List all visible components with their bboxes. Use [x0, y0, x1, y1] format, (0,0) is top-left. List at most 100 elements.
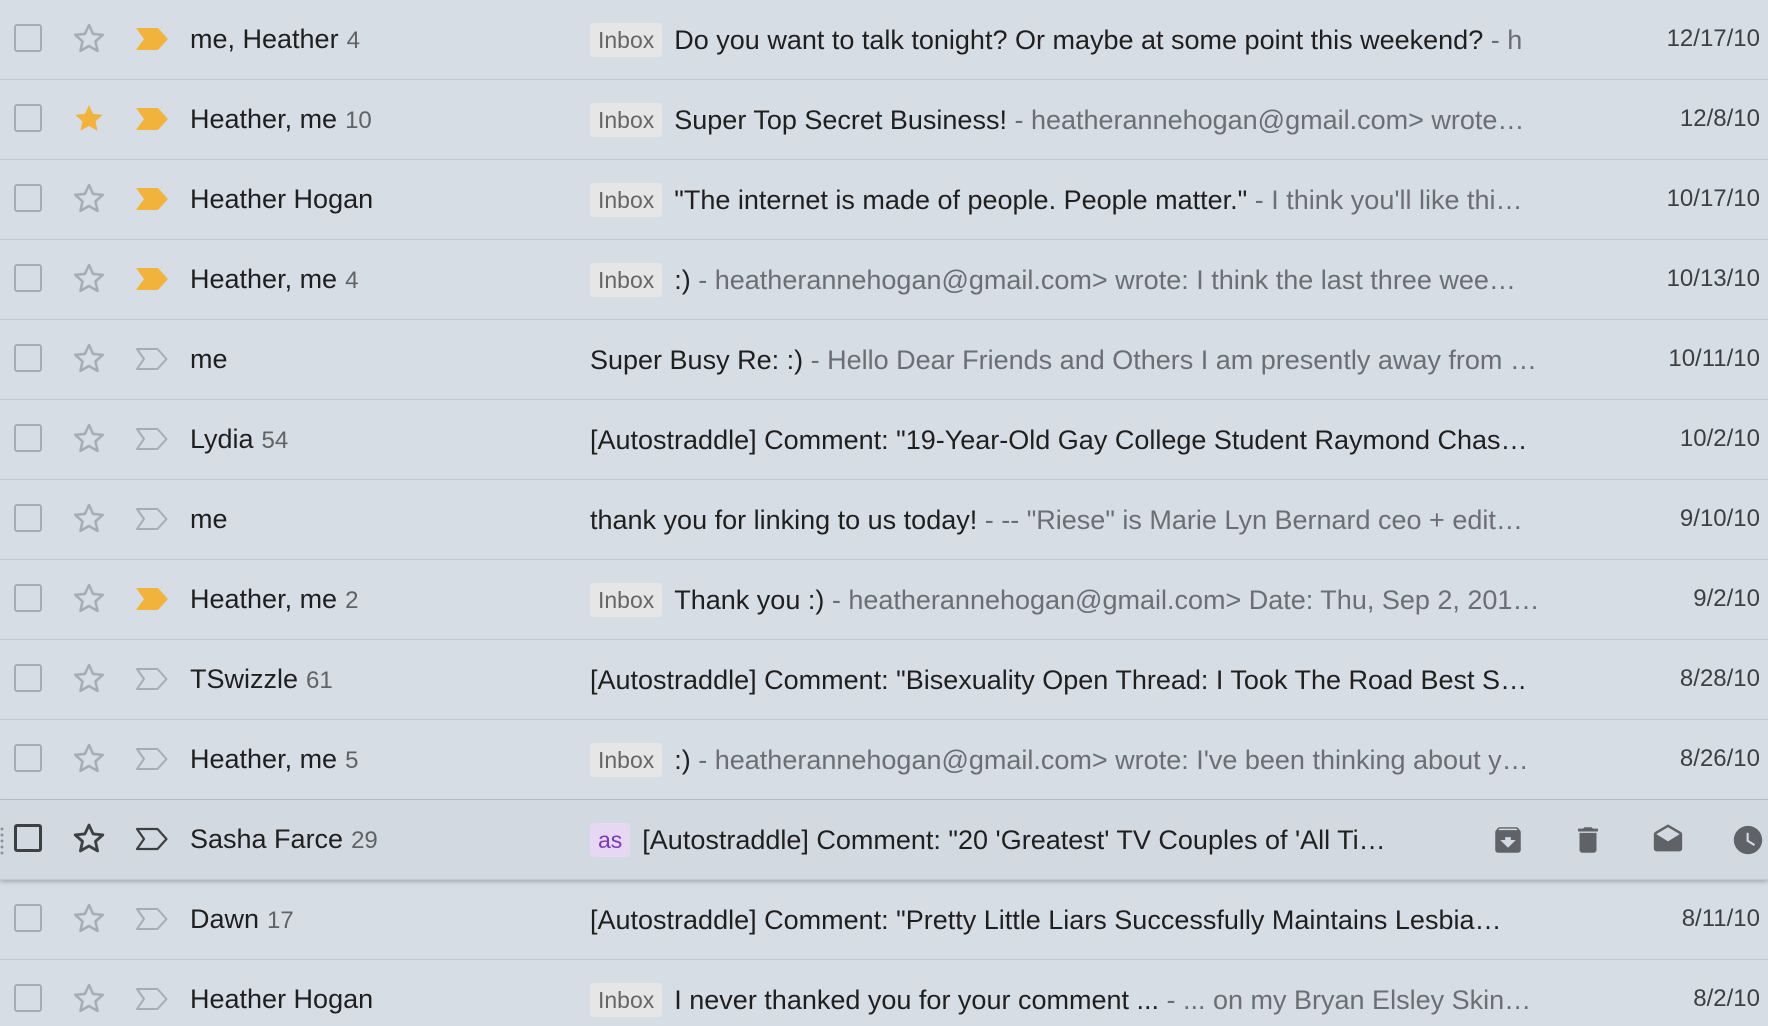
important-marker-icon[interactable]	[134, 426, 170, 452]
thread-count: 29	[351, 827, 378, 854]
important-marker-icon[interactable]	[134, 666, 170, 692]
star-icon[interactable]	[70, 900, 108, 938]
star-icon[interactable]	[70, 180, 108, 218]
select-checkbox[interactable]	[14, 664, 42, 692]
select-checkbox[interactable]	[14, 744, 42, 772]
email-content[interactable]: [Autostraddle] Comment: "Pretty Little L…	[590, 880, 1580, 960]
email-content[interactable]: thank you for linking to us today! - -- …	[590, 480, 1580, 560]
snippet: - ... on my Bryan Elsley Skin…	[1159, 984, 1532, 1015]
email-content[interactable]: Inbox "The internet is made of people. Pe…	[590, 160, 1580, 240]
select-checkbox[interactable]	[14, 504, 42, 532]
label-badge[interactable]: Inbox	[590, 983, 663, 1017]
snippet: - Hello Dear Friends and Others I am pre…	[803, 344, 1537, 375]
email-row[interactable]: me Super Busy Re: :) - Hello Dear Friends…	[0, 320, 1768, 400]
email-row[interactable]: Heather, me 2 Inbox Thank you :) - heathera…	[0, 560, 1768, 640]
email-content[interactable]: Super Busy Re: :) - Hello Dear Friends a…	[590, 320, 1580, 400]
thread-count: 10	[345, 107, 372, 134]
email-row[interactable]: Heather, me 10 Inbox Super Top Secret Busin…	[0, 80, 1768, 160]
email-row[interactable]: Lydia 54 [Autostraddle] Comment: "19-Year-…	[0, 400, 1768, 480]
sender-name: Lydia	[190, 424, 254, 454]
email-row[interactable]: Heather, me 5 Inbox:) - heatherannehogan@g…	[0, 720, 1768, 800]
email-row[interactable]: TSwizzle 61 [Autostraddle] Comment: "Bisex…	[0, 640, 1768, 720]
subject-line: Thank you :) - heatherannehogan@gmail.co…	[674, 585, 1580, 616]
important-marker-icon[interactable]	[134, 346, 170, 372]
email-content[interactable]: Inbox Do you want to talk tonight? Or may…	[590, 0, 1580, 80]
email-content[interactable]: Inbox:) - heatherannehogan@gmail.com> wr…	[590, 240, 1580, 320]
email-content[interactable]: [Autostraddle] Comment: "19-Year-Old Gay…	[590, 400, 1580, 480]
email-row[interactable]: me, Heather 4 Inbox Do you want to talk ton…	[0, 0, 1768, 80]
email-row[interactable]: Heather Hogan Inbox "The internet is made …	[0, 160, 1768, 240]
important-marker-filled-icon[interactable]	[134, 266, 170, 292]
subject-line: [Autostraddle] Comment: "Bisexuality Ope…	[590, 665, 1580, 696]
star-icon[interactable]	[70, 660, 108, 698]
sender-name: Heather, me	[190, 744, 338, 774]
email-content[interactable]: Inbox Thank you :) - heatherannehogan@gma…	[590, 560, 1580, 640]
star-icon[interactable]	[70, 260, 108, 298]
important-marker-icon[interactable]	[134, 506, 170, 532]
subject-line: [Autostraddle] Comment: "Pretty Little L…	[590, 905, 1580, 936]
subject-line: Do you want to talk tonight? Or maybe at…	[674, 25, 1580, 56]
subject: Thank you :)	[674, 584, 825, 615]
sender: Heather, me 10	[190, 80, 372, 160]
email-content[interactable]: Inbox I never thanked you for your commen…	[590, 960, 1580, 1026]
email-content[interactable]: as [Autostraddle] Comment: "20 'Greatest'…	[590, 800, 1430, 880]
important-marker-filled-icon[interactable]	[134, 26, 170, 52]
snippet: - heatherannehogan@gmail.com> wrote: I'v…	[690, 744, 1529, 775]
sender-name: Dawn	[190, 904, 260, 934]
label-badge[interactable]: as	[590, 823, 631, 857]
subject: thank you for linking to us today!	[590, 504, 978, 535]
label-badge[interactable]: Inbox	[590, 23, 663, 57]
important-marker-icon[interactable]	[134, 906, 170, 932]
subject: [Autostraddle] Comment: "19-Year-Old Gay…	[590, 424, 1528, 455]
sender-name: me	[190, 504, 228, 534]
email-row[interactable]: Heather, me 4 Inbox:) - heatherannehogan@g…	[0, 240, 1768, 320]
select-checkbox[interactable]	[14, 104, 42, 132]
select-checkbox[interactable]	[14, 904, 42, 932]
snooze-icon[interactable]	[1728, 820, 1768, 860]
select-checkbox[interactable]	[14, 584, 42, 612]
select-checkbox[interactable]	[14, 184, 42, 212]
label-badge[interactable]: Inbox	[590, 583, 663, 617]
sender-name: me, Heather	[190, 24, 339, 54]
email-content[interactable]: Inbox Super Top Secret Business! - heathe…	[590, 80, 1580, 160]
email-row[interactable]: Heather Hogan Inbox I never thanked you fo…	[0, 960, 1768, 1026]
select-checkbox[interactable]	[14, 264, 42, 292]
important-marker-filled-icon[interactable]	[134, 106, 170, 132]
trash-icon[interactable]	[1568, 820, 1608, 860]
email-date: 9/10/10	[1679, 505, 1760, 532]
star-filled-icon[interactable]	[70, 100, 108, 138]
important-marker-icon[interactable]	[134, 826, 170, 852]
email-content[interactable]: [Autostraddle] Comment: "Bisexuality Ope…	[590, 640, 1580, 720]
select-checkbox[interactable]	[14, 344, 42, 372]
label-badge[interactable]: Inbox	[590, 743, 663, 777]
select-checkbox[interactable]	[14, 824, 42, 852]
important-marker-icon[interactable]	[134, 746, 170, 772]
snippet: - I think you'll like thi…	[1247, 184, 1523, 215]
star-icon[interactable]	[70, 500, 108, 538]
star-icon[interactable]	[70, 340, 108, 378]
select-checkbox[interactable]	[14, 24, 42, 52]
select-checkbox[interactable]	[14, 424, 42, 452]
star-icon[interactable]	[70, 20, 108, 58]
archive-icon[interactable]	[1488, 820, 1528, 860]
important-marker-icon[interactable]	[134, 986, 170, 1012]
email-row[interactable]: me thank you for linking to us today! - -…	[0, 480, 1768, 560]
star-icon[interactable]	[70, 740, 108, 778]
email-content[interactable]: Inbox:) - heatherannehogan@gmail.com> wr…	[590, 720, 1580, 800]
email-row[interactable]: Sasha Farce 29 as [Autostraddle] Comment: "…	[0, 800, 1768, 880]
email-date: 10/13/10	[1666, 265, 1760, 292]
subject: [Autostraddle] Comment: "20 'Greatest' T…	[642, 824, 1386, 855]
star-icon[interactable]	[70, 820, 108, 858]
star-icon[interactable]	[70, 420, 108, 458]
label-badge[interactable]: Inbox	[590, 183, 663, 217]
email-row[interactable]: Dawn 17 [Autostraddle] Comment: "Pretty Li…	[0, 880, 1768, 960]
important-marker-filled-icon[interactable]	[134, 186, 170, 212]
mark-read-icon[interactable]	[1648, 820, 1688, 860]
star-icon[interactable]	[70, 980, 108, 1018]
select-checkbox[interactable]	[14, 984, 42, 1012]
star-icon[interactable]	[70, 580, 108, 618]
important-marker-filled-icon[interactable]	[134, 586, 170, 612]
thread-count: 2	[345, 587, 359, 614]
label-badge[interactable]: Inbox	[590, 263, 663, 297]
label-badge[interactable]: Inbox	[590, 103, 663, 137]
